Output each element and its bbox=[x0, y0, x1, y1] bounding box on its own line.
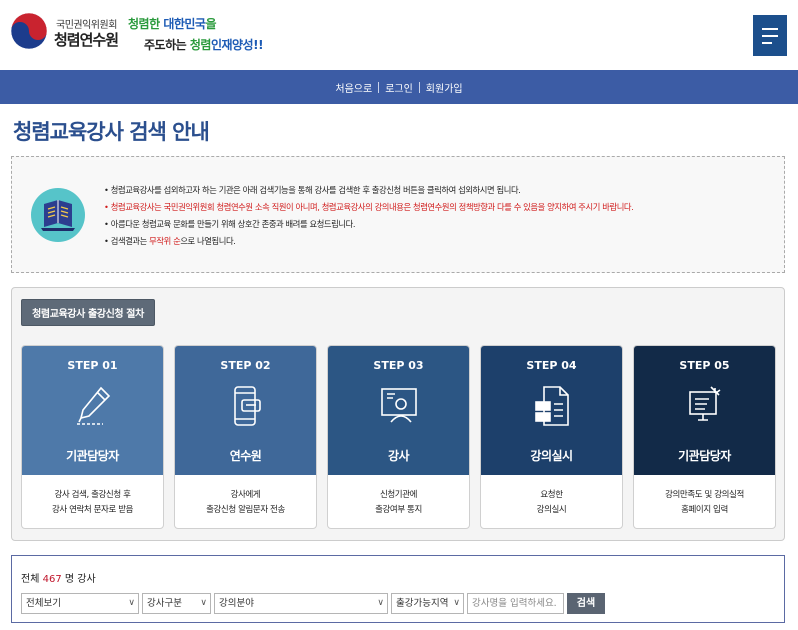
hamburger-icon-bar bbox=[762, 35, 778, 37]
nav-home[interactable]: 처음으로 bbox=[329, 80, 378, 95]
pen-icon bbox=[76, 386, 110, 425]
notice-item-4-c: 으로 나열됩니다. bbox=[180, 236, 236, 246]
search-button[interactable]: 검색 bbox=[567, 593, 605, 614]
step-5-desc-line-1: 강의만족도 및 강의실적 bbox=[665, 489, 744, 500]
step-4-desc-line-2: 강의실시 bbox=[536, 504, 567, 515]
filter-field-select[interactable]: 강의분야 ∨ bbox=[214, 593, 388, 614]
step-2-desc-line-1: 강사에게 bbox=[230, 489, 261, 500]
search-panel: 전체 467 명 강사 전체보기 ∨ 강사구분 ∨ 강의분야 ∨ 출강가능지역 ∨ 강사… bbox=[11, 555, 785, 623]
page-title: 청렴교육강사 검색 안내 bbox=[13, 120, 210, 144]
chevron-down-icon: ∨ bbox=[377, 598, 384, 608]
government-logo-icon[interactable] bbox=[10, 12, 48, 50]
filter-region-select[interactable]: 출강가능지역 ∨ bbox=[391, 593, 464, 614]
step-3-header: STEP 03 강사 bbox=[328, 346, 469, 475]
notice-item-4-b: 무작위 순 bbox=[149, 236, 181, 246]
step-2-description: 강사에게 출강신청 알림문자 전송 bbox=[175, 475, 316, 528]
step-3-description: 신청기관에 출강여부 통지 bbox=[328, 475, 469, 528]
notice-item-2: 청렴교육강사는 국민권익위원회 청렴연수원 소속 직원이 아니며, 청렴교육강사… bbox=[104, 199, 634, 216]
filter-region-value: 출강가능지역 bbox=[396, 598, 449, 609]
chevron-down-icon: ∨ bbox=[128, 598, 135, 608]
step-1-title: 기관담당자 bbox=[66, 449, 119, 463]
filter-all-value: 전체보기 bbox=[26, 598, 61, 609]
step-4-number: STEP 04 bbox=[526, 359, 577, 372]
filter-instructor-type-select[interactable]: 강사구분 ∨ bbox=[142, 593, 211, 614]
org-name[interactable]: 청렴연수원 bbox=[54, 29, 119, 50]
instructor-name-input[interactable]: 강사명을 입력하세요. bbox=[467, 593, 564, 614]
step-1-desc-line-1: 강사 검색, 출강신청 후 bbox=[54, 489, 131, 500]
step-3-number: STEP 03 bbox=[373, 359, 424, 372]
slogan-line-1-a: 청렴한 bbox=[128, 17, 164, 31]
mobile-message-icon bbox=[233, 386, 261, 426]
notice-item-4-a: 검색결과는 bbox=[110, 236, 150, 246]
step-4-description: 요청한 강의실시 bbox=[481, 475, 622, 528]
nav-signup[interactable]: 회원가입 bbox=[420, 80, 469, 95]
step-5-description: 강의만족도 및 강의실적 홈페이지 입력 bbox=[634, 475, 775, 528]
notice-item-3: 아름다운 청렴교육 문화를 만들기 위해 상호간 존중과 배려를 요청드립니다. bbox=[104, 216, 633, 233]
hamburger-icon-bar bbox=[762, 42, 772, 44]
step-5-desc-line-2: 홈페이지 입력 bbox=[681, 504, 728, 515]
step-card-2: STEP 02 연수원 강사에게 출강신청 알림문자 전송 bbox=[174, 345, 317, 529]
step-card-4: STEP 04 강의실시 요청한 강의실시 bbox=[480, 345, 623, 529]
nav-login[interactable]: 로그인 bbox=[379, 80, 419, 95]
filter-instructor-type-value: 강사구분 bbox=[147, 598, 182, 609]
notice-box: 청렴교육강사를 섭외하고자 하는 기관은 아래 검색기능을 통해 강사를 검색한… bbox=[11, 156, 785, 273]
filter-field-value: 강의분야 bbox=[219, 598, 254, 609]
step-5-number: STEP 05 bbox=[679, 359, 730, 372]
step-1-description: 강사 검색, 출강신청 후 강사 연락처 문자로 받음 bbox=[22, 475, 163, 528]
step-5-title: 기관담당자 bbox=[678, 449, 731, 463]
top-nav: 처음으로 로그인 회원가입 bbox=[0, 70, 798, 104]
step-card-3: STEP 03 강사 신청기관에 출강여부 통지 bbox=[327, 345, 470, 529]
site-header: 국민권익위원회 청렴연수원 청렴한 대한민국을 주도하는 청렴인재양성!! bbox=[0, 0, 798, 70]
computer-icon bbox=[688, 386, 720, 421]
notice-list: 청렴교육강사를 섭외하고자 하는 기관은 아래 검색기능을 통해 강사를 검색한… bbox=[104, 182, 634, 250]
step-5-header: STEP 05 기관담당자 bbox=[634, 346, 775, 475]
result-count-value: 467 bbox=[42, 574, 62, 585]
step-2-number: STEP 02 bbox=[220, 359, 271, 372]
slogan-line-2: 주도하는 청렴인재양성!! bbox=[144, 36, 264, 53]
instructor-icon bbox=[380, 388, 417, 423]
step-4-header: STEP 04 강의실시 bbox=[481, 346, 622, 475]
slogan-line-2-a: 주도하는 bbox=[144, 38, 190, 52]
slogan-line-2-b: 청렴 bbox=[189, 38, 212, 52]
result-count-prefix: 전체 bbox=[21, 574, 43, 585]
step-2-desc-line-2: 출강신청 알림문자 전송 bbox=[206, 504, 285, 515]
step-2-header: STEP 02 연수원 bbox=[175, 346, 316, 475]
notice-item-4: 검색결과는 무작위 순으로 나열됩니다. bbox=[104, 233, 633, 250]
result-count: 전체 467 명 강사 bbox=[21, 570, 96, 585]
step-3-title: 강사 bbox=[387, 449, 410, 463]
step-1-header: STEP 01 기관담당자 bbox=[22, 346, 163, 475]
step-card-5: STEP 05 기관담당자 강의만족도 및 강의실적 홈페이지 입력 bbox=[633, 345, 776, 529]
notice-item-1: 청렴교육강사를 섭외하고자 하는 기관은 아래 검색기능을 통해 강사를 검색한… bbox=[104, 182, 633, 199]
step-card-1: STEP 01 기관담당자 강사 검색, 출강신청 후 강사 연락처 문자로 받… bbox=[21, 345, 164, 529]
slogan-line-1-b: 대한민국 bbox=[163, 17, 206, 31]
filter-all-select[interactable]: 전체보기 ∨ bbox=[21, 593, 139, 614]
step-1-number: STEP 01 bbox=[67, 359, 118, 372]
procedure-tag: 청렴교육강사 출강신청 절차 bbox=[21, 299, 155, 326]
notice-illustration-icon bbox=[31, 188, 85, 242]
step-2-title: 연수원 bbox=[229, 449, 262, 463]
slogan-line-2-c: 인재양성!! bbox=[210, 38, 264, 52]
step-3-desc-line-2: 출강여부 통지 bbox=[375, 504, 422, 515]
slogan-line-1-c: 을 bbox=[205, 17, 217, 31]
slogan-line-1: 청렴한 대한민국을 bbox=[128, 15, 217, 32]
procedure-panel: 청렴교육강사 출강신청 절차 STEP 01 기관담당자 강사 검색, 출강신청… bbox=[11, 287, 785, 541]
document-icon bbox=[534, 386, 569, 426]
result-count-suffix: 명 강사 bbox=[61, 574, 96, 585]
hamburger-icon bbox=[762, 28, 778, 30]
step-4-desc-line-1: 요청한 bbox=[540, 489, 563, 500]
step-4-title: 강의실시 bbox=[530, 449, 573, 463]
step-1-desc-line-2: 강사 연락처 문자로 받음 bbox=[51, 504, 134, 515]
hamburger-menu-button[interactable] bbox=[753, 15, 787, 56]
chevron-down-icon: ∨ bbox=[200, 598, 207, 608]
chevron-down-icon: ∨ bbox=[453, 598, 460, 608]
step-3-desc-line-1: 신청기관에 bbox=[379, 489, 418, 500]
